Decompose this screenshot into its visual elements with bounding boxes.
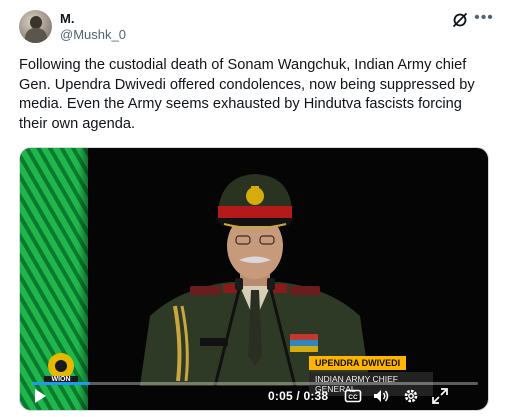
tweet: M. @Mushk_0 ••• Following the custodial …	[0, 0, 507, 417]
volume-icon[interactable]	[372, 387, 390, 405]
fullscreen-icon[interactable]	[431, 387, 449, 405]
settings-icon[interactable]	[402, 387, 420, 405]
avatar[interactable]	[19, 10, 52, 43]
author-display-name[interactable]: M.	[60, 11, 74, 26]
svg-text:CC: CC	[348, 394, 358, 401]
author-handle[interactable]: @Mushk_0	[60, 27, 126, 42]
video-frame-figure	[140, 174, 370, 386]
captions-icon[interactable]: CC	[344, 387, 362, 405]
progress-fill	[32, 382, 90, 385]
play-icon[interactable]	[32, 388, 48, 404]
more-icon[interactable]: •••	[474, 10, 494, 29]
grok-icon[interactable]	[451, 11, 469, 29]
tweet-text: Following the custodial death of Sonam W…	[19, 57, 475, 132]
time-separator: /	[296, 389, 300, 403]
video-player[interactable]: WION UPENDRA DWIVEDI INDIAN ARMY CHIEF G…	[19, 147, 489, 411]
current-time: 0:05	[268, 389, 293, 403]
progress-bar[interactable]	[32, 382, 478, 385]
time-display: 0:05 / 0:38	[268, 389, 328, 403]
lower-third-name: UPENDRA DWIVEDI	[309, 356, 407, 370]
duration: 0:38	[303, 389, 329, 403]
